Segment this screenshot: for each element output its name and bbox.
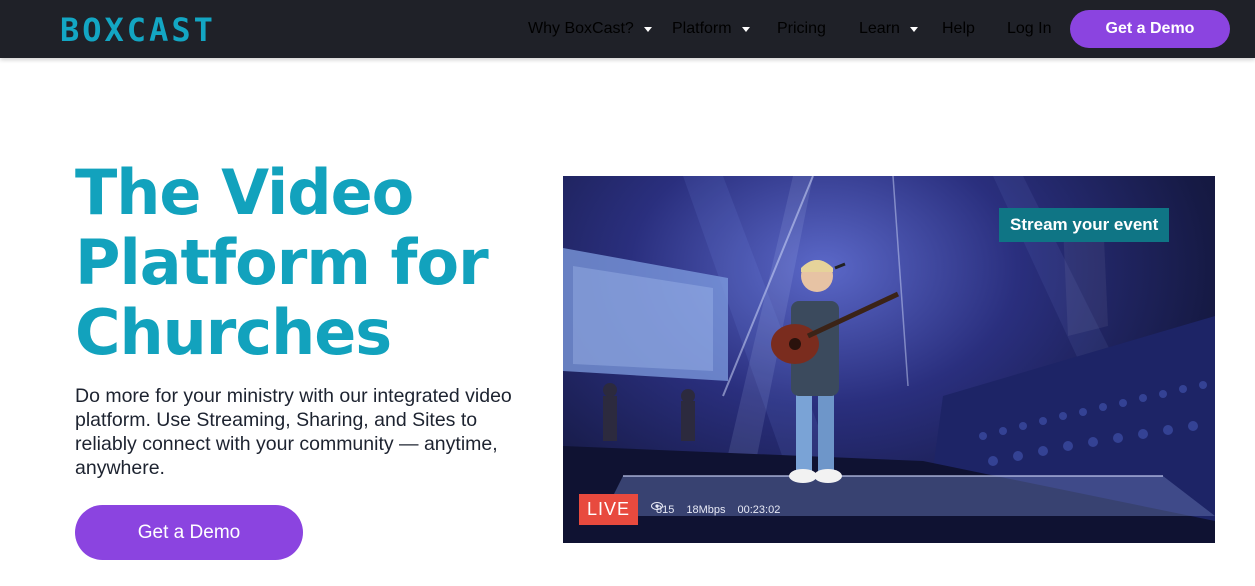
chevron-down-icon [643,26,652,32]
boxcast-logo[interactable]: BOXCAST [60,14,216,46]
hero-video-player[interactable]: Stream your event LIVE 815 18Mbps 00:23:… [563,176,1215,543]
nav-help[interactable]: Help [942,0,975,58]
header-get-demo-button[interactable]: Get a Demo [1070,10,1230,48]
chevron-down-icon [909,26,918,32]
top-navigation-bar: BOXCAST Why BoxCast? Platform Pricing Le… [0,0,1255,58]
stream-your-event-badge: Stream your event [999,208,1170,242]
live-badge: LIVE [579,494,639,525]
nav-help-label: Help [942,20,975,37]
hero-title-line: Churches [75,296,392,369]
chevron-down-icon [741,26,750,32]
nav-log-in[interactable]: Log In [1007,0,1051,58]
nav-why-boxcast[interactable]: Why BoxCast? [528,0,652,58]
nav-why-boxcast-label: Why BoxCast? [528,20,634,37]
nav-platform[interactable]: Platform [672,0,750,58]
nav-log-in-label: Log In [1007,20,1052,37]
hero-title: The Video Platform for Churches [75,158,545,368]
nav-learn[interactable]: Learn [859,0,918,58]
hero-title-line: The Video [75,156,414,229]
nav-learn-label: Learn [859,20,900,37]
nav-pricing[interactable]: Pricing [777,0,826,58]
stream-stats: 815 18Mbps 00:23:02 [651,502,780,518]
stream-duration: 00:23:02 [737,504,781,516]
hero-description: Do more for your ministry with our integ… [75,385,512,479]
hero-title-line: Platform for [75,226,489,299]
bitrate: 18Mbps [686,504,726,516]
hero-get-demo-button[interactable]: Get a Demo [75,505,303,560]
nav-platform-label: Platform [672,20,732,37]
nav-pricing-label: Pricing [777,20,826,37]
